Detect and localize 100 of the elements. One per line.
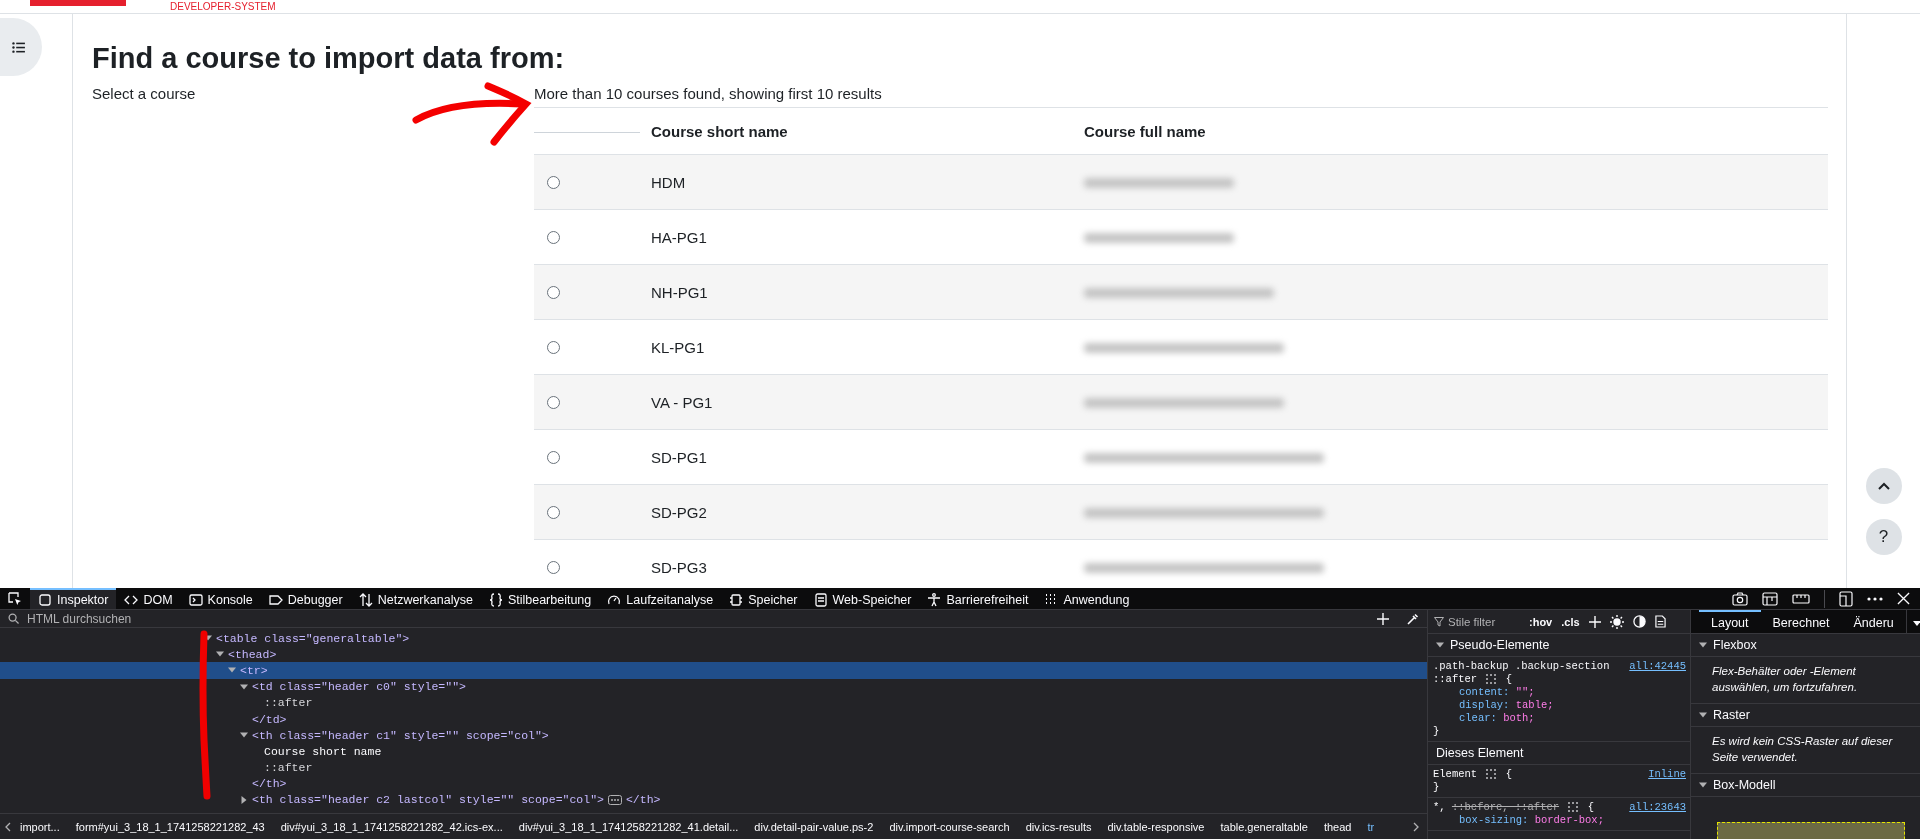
radio-button[interactable] <box>547 450 560 464</box>
section-title: Box-Modell <box>1713 778 1776 792</box>
html-tag[interactable]: <th class="header c1" style="" scope="col"> <box>252 728 549 742</box>
devtools-tab[interactable]: Inspektor <box>30 588 117 609</box>
styles-filter-field[interactable]: Stile filter <box>1434 615 1520 628</box>
html-tag[interactable]: <td class="header c0" style=""> <box>252 680 466 694</box>
expand-arrow-icon[interactable] <box>216 650 224 659</box>
expand-arrow-icon[interactable] <box>228 666 236 675</box>
source-link[interactable]: all:23643 <box>1629 801 1686 814</box>
expand-arrow-icon[interactable] <box>240 795 248 804</box>
help-button[interactable]: ? <box>1865 519 1902 555</box>
html-tag: </th> <box>625 793 661 807</box>
document-icon[interactable] <box>1654 615 1666 628</box>
plus-icon[interactable] <box>1588 615 1601 628</box>
breadcrumb-item[interactable]: tr <box>1360 820 1382 833</box>
sidebar-tab[interactable]: Änderu <box>1841 610 1906 633</box>
contrast-icon[interactable] <box>1632 615 1646 628</box>
css-selector: ::before, ::after <box>1451 801 1560 813</box>
expand-arrow-icon[interactable] <box>1699 781 1707 789</box>
radio-button[interactable] <box>547 175 560 189</box>
breadcrumb-item[interactable]: div.import-course-search <box>882 820 1017 833</box>
expand-arrow-icon[interactable] <box>1699 641 1707 649</box>
element-picker-icon[interactable] <box>8 591 22 606</box>
html-tag[interactable]: <table class="generaltable"> <box>216 631 410 645</box>
grid-icon[interactable] <box>1486 769 1497 780</box>
scroll-up-button[interactable] <box>1865 468 1902 504</box>
breadcrumb-item[interactable]: form#yui_3_18_1_1741258221282_43 <box>68 820 272 833</box>
sidebar-tab[interactable]: Layout <box>1699 610 1761 633</box>
list-icon <box>12 41 25 53</box>
ellipsis-icon[interactable] <box>607 794 622 805</box>
breadcrumb-item[interactable]: import... <box>13 820 67 833</box>
expand-arrow-icon[interactable] <box>204 634 212 643</box>
expand-arrow-icon[interactable] <box>240 731 248 740</box>
expand-arrow-icon[interactable] <box>1436 641 1444 649</box>
layout-icon[interactable] <box>1762 591 1778 606</box>
breadcrumb-item[interactable]: div.table-responsive <box>1100 820 1212 833</box>
tab-icon <box>488 592 503 607</box>
devtools-tab[interactable]: Konsole <box>180 588 261 609</box>
expand-arrow-icon[interactable] <box>240 682 248 691</box>
source-link[interactable]: all:42445 <box>1629 660 1686 686</box>
dock-icon[interactable] <box>1839 590 1853 607</box>
grid-icon[interactable] <box>1568 802 1579 813</box>
plus-icon[interactable] <box>1377 612 1389 625</box>
devtools-tab[interactable]: Speicher <box>721 588 806 609</box>
devtools-tab[interactable]: Netzwerkanalyse <box>350 588 481 609</box>
pseudo-element[interactable]: ::after <box>264 761 313 775</box>
breadcrumb-item[interactable]: div.ics-results <box>1018 820 1099 833</box>
tab-icon <box>729 592 744 607</box>
html-search-field[interactable]: HTML durchsuchen <box>25 610 1371 627</box>
camera-icon[interactable] <box>1732 591 1748 606</box>
table-cell: KL-PG1 <box>651 338 705 356</box>
radio-button[interactable] <box>547 505 560 519</box>
brace: } <box>1433 725 1440 737</box>
text-node[interactable]: Course short name <box>264 744 382 758</box>
devtools-tab[interactable]: Debugger <box>260 588 351 609</box>
tab-icon <box>188 592 203 607</box>
section-title: Pseudo-Elemente <box>1450 638 1550 652</box>
breadcrumb-item[interactable]: div#yui_3_18_1_1741258221282_42.ics-ex... <box>273 820 510 833</box>
html-tag[interactable]: <thead> <box>228 647 277 661</box>
close-icon[interactable] <box>1897 592 1910 605</box>
sidebar-tab[interactable]: Berechnet <box>1760 610 1842 633</box>
chevron-left-icon[interactable] <box>5 821 11 832</box>
devtools-tab[interactable]: Barrierefreiheit <box>919 588 1037 609</box>
table-cell: HDM <box>651 173 686 191</box>
radio-button[interactable] <box>547 395 560 409</box>
breadcrumb-item[interactable]: thead <box>1316 820 1359 833</box>
devtools-tab[interactable]: Anwendung <box>1036 588 1138 609</box>
toggle-button[interactable]: :hov <box>1529 615 1553 628</box>
radio-button[interactable] <box>547 230 560 244</box>
source-link[interactable]: Inline <box>1648 768 1686 781</box>
tab-icon <box>927 592 942 607</box>
chevron-right-icon[interactable] <box>1413 821 1419 832</box>
column-header: Course full name <box>1083 122 1207 140</box>
filter-icon <box>1434 616 1444 627</box>
html-tag[interactable]: <th class="header c2 lastcol" style="" scope="col"> <box>252 793 604 807</box>
grid-icon[interactable] <box>1486 674 1497 685</box>
more-icon[interactable] <box>1867 596 1883 601</box>
html-tag[interactable]: <tr> <box>240 663 268 677</box>
expand-arrow-icon[interactable] <box>1699 711 1707 719</box>
devtools-tab[interactable]: Web-Speicher <box>805 588 920 609</box>
breadcrumb-item[interactable]: div.detail-pair-value.ps-2 <box>747 820 881 833</box>
eyedropper-icon[interactable] <box>1407 612 1419 625</box>
html-tag: </th> <box>252 777 287 791</box>
devtools-tab[interactable]: Laufzeitanalyse <box>599 588 722 609</box>
devtools-tab[interactable]: DOM <box>116 588 181 609</box>
radio-button[interactable] <box>547 285 560 299</box>
tab-icon <box>38 592 52 607</box>
radio-button[interactable] <box>547 560 560 574</box>
ruler-icon[interactable] <box>1792 593 1810 604</box>
tab-icon <box>358 592 373 607</box>
pseudo-element[interactable]: ::after <box>264 696 313 710</box>
sun-icon[interactable] <box>1609 614 1624 629</box>
toggle-button[interactable]: .cls <box>1561 615 1580 628</box>
devtools-tab[interactable]: Stilbearbeitung <box>480 588 600 609</box>
radio-button[interactable] <box>547 340 560 354</box>
drawer-toggle-button[interactable] <box>0 18 42 76</box>
section-title: Raster <box>1713 708 1750 722</box>
breadcrumb-item[interactable]: div#yui_3_18_1_1741258221282_41.detail... <box>511 820 746 833</box>
table-cell: SD-PG3 <box>651 558 707 576</box>
breadcrumb-item[interactable]: table.generaltable <box>1213 820 1315 833</box>
